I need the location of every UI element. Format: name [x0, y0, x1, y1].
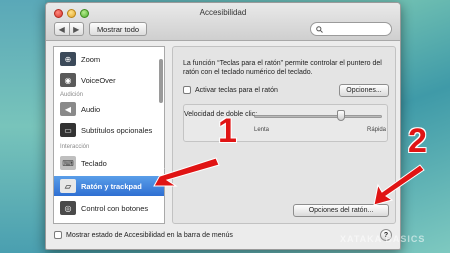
- fast-label: Rápida: [367, 127, 387, 133]
- sidebar-item-label: Ratón y trackpad: [81, 181, 142, 191]
- annotation-marker-1: 1: [218, 112, 237, 150]
- slow-label: Lenta: [254, 127, 270, 133]
- sidebar-item-label: VoiceOver: [81, 75, 116, 85]
- sidebar-item-zoom[interactable]: ⊕ Zoom: [54, 49, 164, 69]
- show-in-menubar-label: Mostrar estado de Accesibilidad en la ba…: [66, 231, 233, 239]
- mouse-keys-description: La función “Teclas para el ratón” permit…: [183, 60, 382, 76]
- mouse-options-button[interactable]: Opciones del ratón...: [293, 204, 389, 217]
- nav-buttons: ◀ ▶: [54, 22, 84, 36]
- sidebar-item-label: Zoom: [81, 54, 101, 64]
- keyboard-icon: ⌨: [60, 156, 76, 170]
- search-icon: [316, 25, 323, 33]
- enable-mouse-keys-checkbox[interactable]: [183, 86, 191, 94]
- sidebar-item-switch-control[interactable]: ◎ Control con botones: [54, 198, 164, 218]
- double-click-speed-slider[interactable]: [254, 115, 382, 118]
- voiceover-icon: ◉: [60, 73, 76, 87]
- sidebar-scrollbar[interactable]: [159, 59, 163, 103]
- mouse-icon: ▱: [60, 179, 76, 193]
- sidebar-item-mouse-trackpad[interactable]: ▱ Ratón y trackpad: [54, 176, 164, 196]
- show-in-menubar-checkbox[interactable]: [54, 231, 62, 239]
- forward-button[interactable]: ▶: [68, 23, 84, 35]
- search-input[interactable]: [326, 25, 386, 33]
- watermark-text: XATAKA BASICS: [340, 234, 426, 244]
- mouse-keys-options-button[interactable]: Opciones...: [339, 84, 389, 97]
- zoom-icon: ⊕: [60, 52, 76, 66]
- double-click-speed-panel: Velocidad de doble clic: Lenta Rápida: [183, 104, 388, 142]
- sidebar-item-label: Teclado: [81, 158, 107, 168]
- sidebar-item-voiceover[interactable]: ◉ VoiceOver: [54, 70, 164, 90]
- enable-mouse-keys-row[interactable]: Activar teclas para el ratón: [183, 86, 278, 94]
- annotation-marker-2: 2: [408, 122, 427, 160]
- section-header-interaccion: Interacción: [60, 144, 90, 150]
- category-sidebar[interactable]: ⊕ Zoom ◉ VoiceOver Audición ◀ Audio ▭ Su…: [53, 46, 165, 224]
- captions-icon: ▭: [60, 123, 76, 137]
- show-in-menubar-row[interactable]: Mostrar estado de Accesibilidad en la ba…: [54, 231, 233, 239]
- mouse-trackpad-pane: La función “Teclas para el ratón” permit…: [172, 46, 396, 224]
- sidebar-item-label: Subtítulos opcionales: [81, 125, 153, 135]
- desktop-background: [0, 0, 45, 253]
- speaker-icon: ◀: [60, 102, 76, 116]
- sidebar-item-captions[interactable]: ▭ Subtítulos opcionales: [54, 120, 164, 140]
- sidebar-item-label: Control con botones: [81, 203, 149, 213]
- sidebar-item-label: Audio: [81, 104, 101, 114]
- switch-control-icon: ◎: [60, 201, 76, 215]
- window-title: Accesibilidad: [199, 8, 247, 17]
- section-header-audicion: Audición: [60, 92, 84, 98]
- enable-mouse-keys-label: Activar teclas para el ratón: [195, 86, 278, 94]
- titlebar: Accesibilidad ◀ ▶ Mostrar todo: [46, 3, 400, 41]
- double-click-speed-knob[interactable]: [337, 110, 346, 121]
- sidebar-item-audio[interactable]: ◀ Audio: [54, 99, 164, 119]
- back-button[interactable]: ◀: [55, 23, 69, 35]
- sidebar-item-keyboard[interactable]: ⌨ Teclado: [54, 153, 164, 173]
- show-all-button[interactable]: Mostrar todo: [89, 22, 147, 36]
- search-field[interactable]: [310, 22, 392, 36]
